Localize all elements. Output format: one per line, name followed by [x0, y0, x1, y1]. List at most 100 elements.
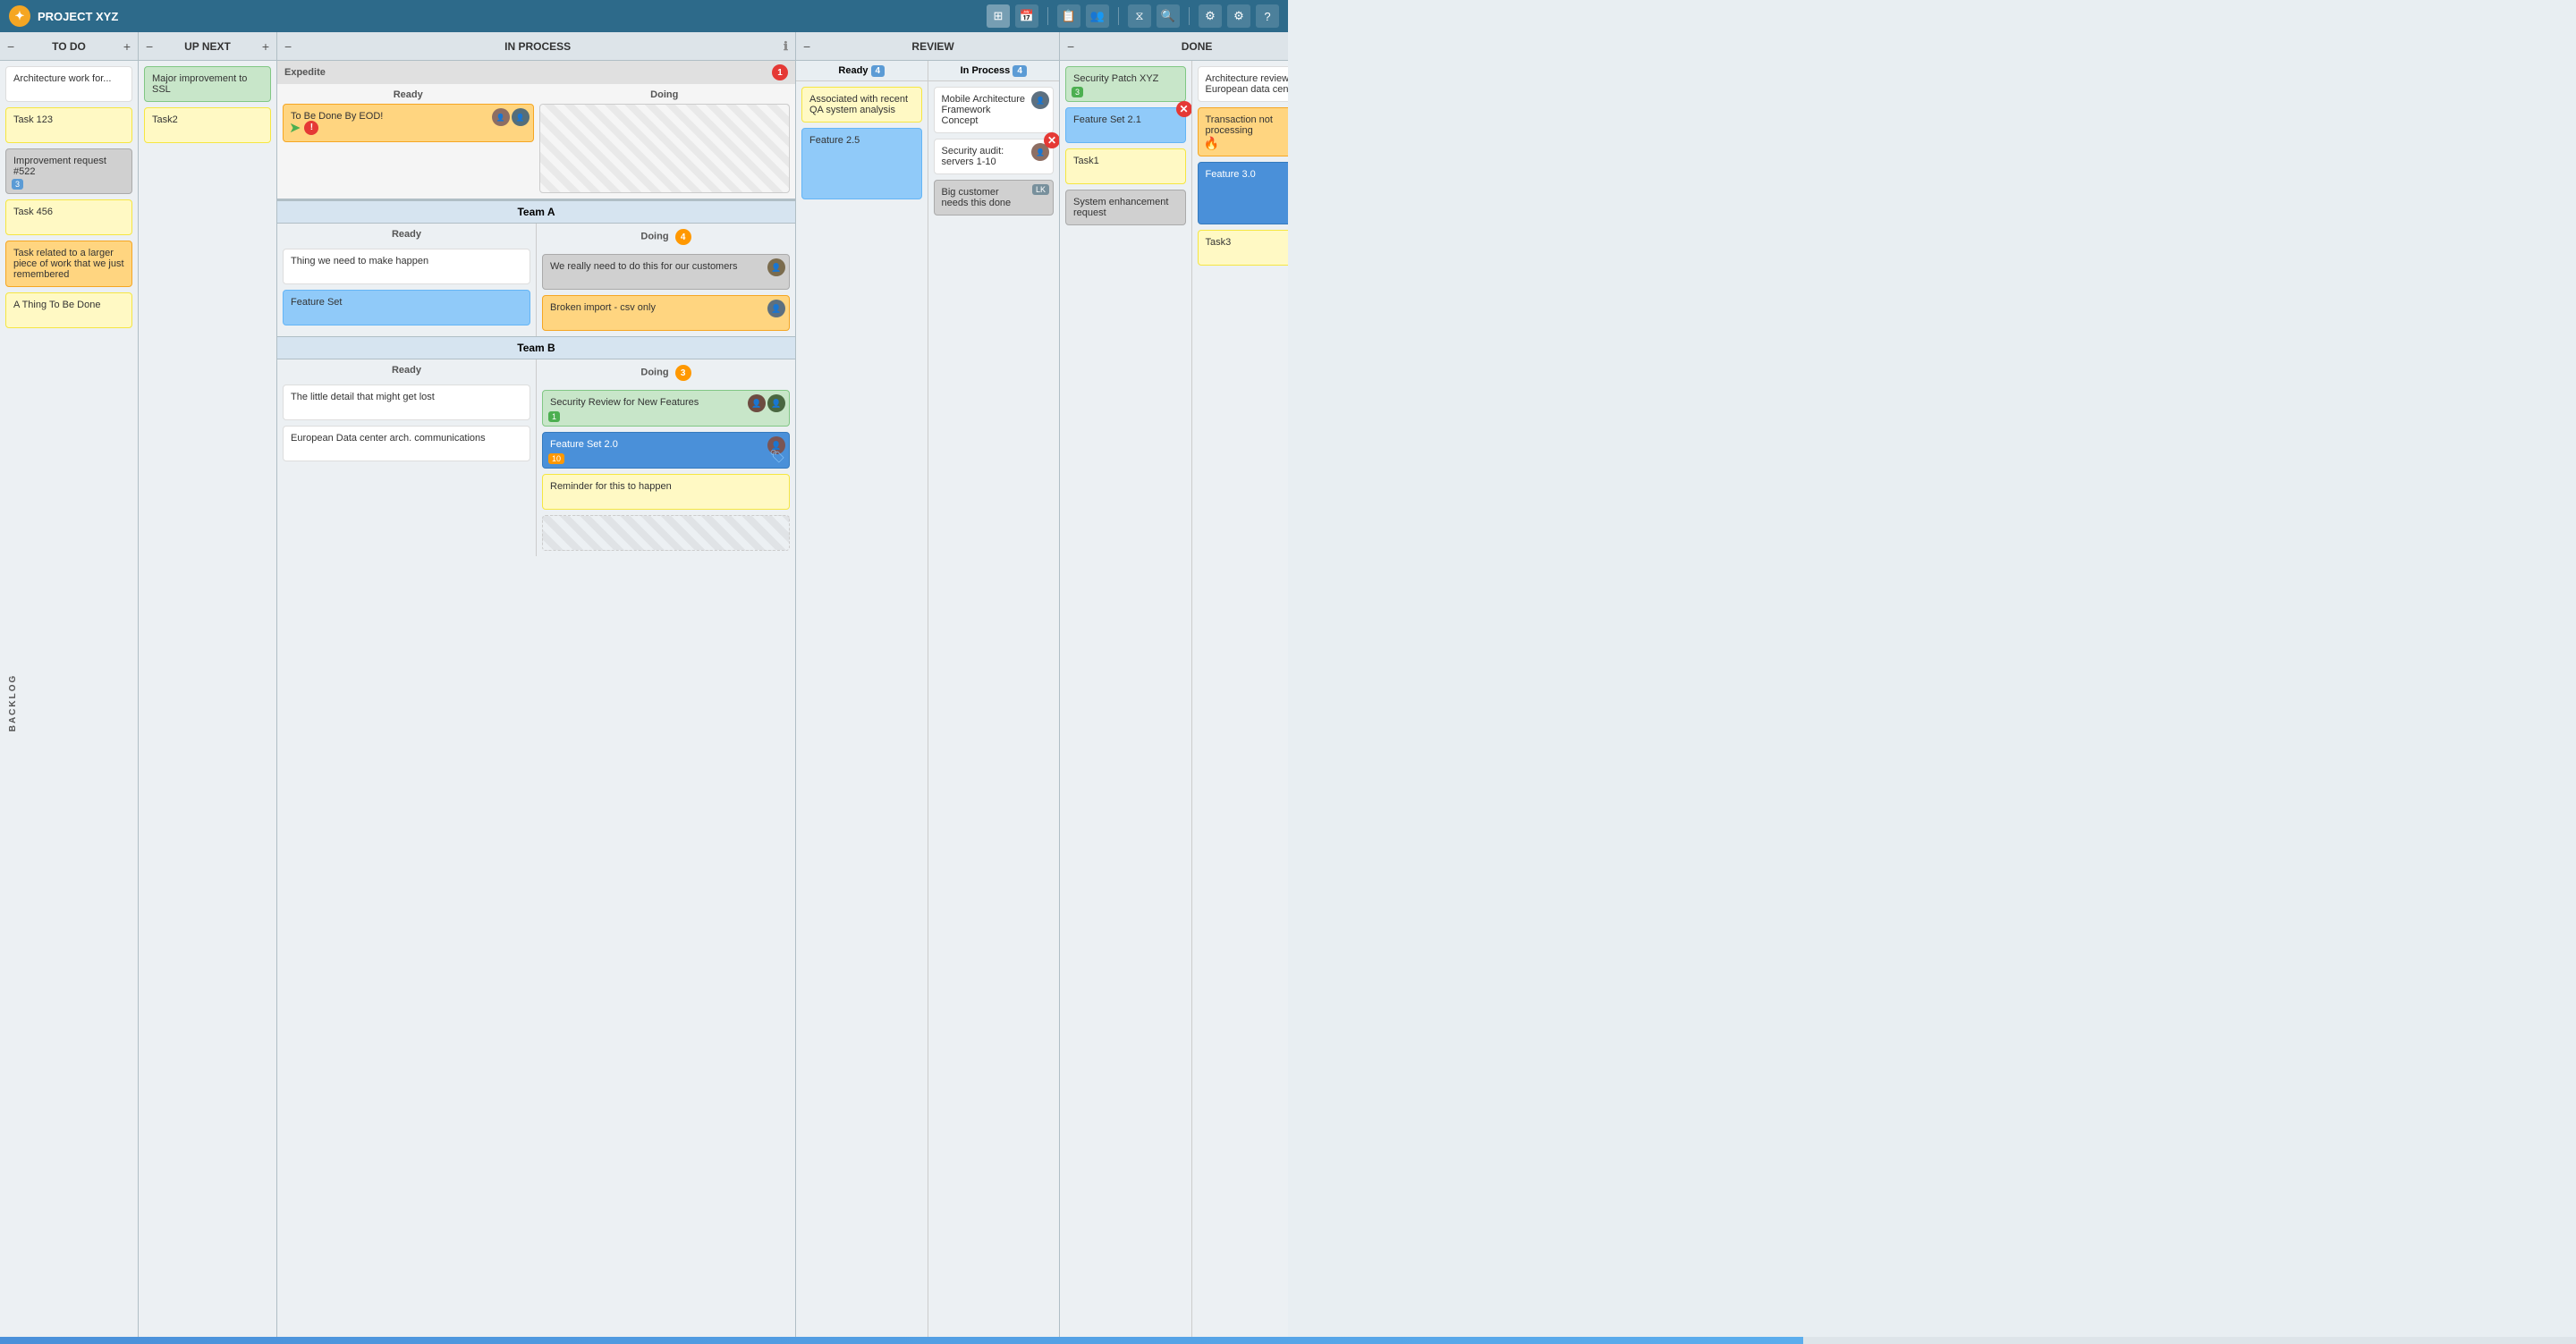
done-rcard-1[interactable]: Architecture review for European data ce… — [1198, 66, 1289, 102]
avatar-5: 👤 — [748, 394, 766, 412]
upnext-card-1-text: Major improvement to SSL — [152, 73, 247, 95]
review-ip-card-1[interactable]: 👤 Mobile Architecture Framework Concept — [934, 87, 1055, 133]
todo-card-2-text: Task 123 — [13, 114, 53, 125]
upnext-card-2[interactable]: Task2 — [144, 107, 271, 143]
team-a-doing-count: 4 — [675, 229, 691, 245]
todo-card-5[interactable]: Task related to a larger piece of work t… — [5, 241, 132, 287]
team-b-card-2[interactable]: European Data center arch. communication… — [283, 426, 530, 461]
team-b-doing-hatched — [542, 515, 790, 551]
team-b-doing-card-2[interactable]: 👤 Feature Set 2.0 10 🏷 — [542, 432, 790, 469]
expedite-ready: Ready 👤 👤 To Be Done By EOD! ➤ ! — [283, 89, 534, 193]
done-card-4[interactable]: System enhancement request — [1065, 190, 1186, 225]
upnext-add-btn[interactable]: + — [262, 39, 269, 54]
team-a-card-2[interactable]: Feature Set — [283, 290, 530, 325]
done-body: Security Patch XYZ 3 ✕ Feature Set 2.1 T… — [1060, 61, 1288, 1344]
team-b-header: Team B — [277, 336, 795, 359]
column-done: − DONE Security Patch XYZ 3 ✕ Feature Se… — [1060, 32, 1288, 1344]
todo-card-3[interactable]: Improvement request #522 3 — [5, 148, 132, 194]
board-view-icon[interactable]: ⊞ — [987, 4, 1010, 28]
board: − TO DO + BACKLOG Architecture work for.… — [0, 32, 1288, 1344]
expedite-doing-label: Doing — [539, 89, 791, 100]
todo-add-btn[interactable]: + — [123, 39, 131, 54]
done-rcard-1-text: Architecture review for European data ce… — [1206, 73, 1289, 95]
sep1 — [1047, 7, 1048, 25]
done-collapse-btn[interactable]: − — [1067, 39, 1074, 54]
expedite-label: Expedite — [284, 67, 326, 78]
upnext-title: UP NEXT — [157, 40, 258, 53]
team-b-card-2-text: European Data center arch. communication… — [291, 433, 486, 444]
team-a-doing-card-1-text: We really need to do this for our custom… — [550, 261, 738, 272]
team-b-section: Team B Ready The little detail that migh… — [277, 336, 795, 556]
column-review-header: − REVIEW — [796, 32, 1059, 61]
team-a-doing-card-1[interactable]: 👤 We really need to do this for our cust… — [542, 254, 790, 290]
todo-card-5-text: Task related to a larger piece of work t… — [13, 248, 124, 280]
team-a-ready: Ready Thing we need to make happen Featu… — [277, 224, 537, 336]
team-b-doing: Doing 3 👤 👤 Security Review for New Feat… — [537, 359, 795, 556]
review-card-2[interactable]: Feature 2.5 — [801, 128, 922, 199]
todo-card-1[interactable]: Architecture work for... — [5, 66, 132, 102]
column-todo-header: − TO DO + — [0, 32, 138, 61]
review-ip-card-2[interactable]: ✕ 👤 Security audit: servers 1-10 — [934, 139, 1055, 174]
expedite-ready-label: Ready — [283, 89, 534, 100]
backlog-label: BACKLOG — [8, 673, 18, 731]
upnext-collapse-btn[interactable]: − — [146, 39, 153, 54]
settings-icon[interactable]: ⚙ — [1227, 4, 1250, 28]
column-inprocess: − IN PROCESS ℹ Expedite 1 Ready 👤 — [277, 32, 796, 1344]
filter-icon[interactable]: ⧖ — [1128, 4, 1151, 28]
team-b-doing-card-1-text: Security Review for New Features — [550, 397, 699, 408]
done-card-3[interactable]: Task1 — [1065, 148, 1186, 184]
team-b-card-1[interactable]: The little detail that might get lost — [283, 385, 530, 420]
column-upnext-header: − UP NEXT + — [139, 32, 276, 61]
expedite-doing: Doing — [539, 89, 791, 193]
todo-card-3-text: Improvement request #522 — [13, 156, 106, 177]
team-a-card-1[interactable]: Thing we need to make happen — [283, 249, 530, 284]
todo-card-2[interactable]: Task 123 — [5, 107, 132, 143]
todo-collapse-btn[interactable]: − — [7, 39, 14, 54]
bottom-progress-bar — [0, 1337, 2576, 1344]
todo-card-4[interactable]: Task 456 — [5, 199, 132, 235]
team-b-doing-card-3[interactable]: Reminder for this to happen — [542, 474, 790, 510]
review-inprocess-header: In Process 4 — [928, 61, 1060, 81]
done-card-4-text: System enhancement request — [1073, 197, 1168, 218]
done-rcard-4[interactable]: Task3 — [1198, 230, 1289, 266]
users-icon[interactable]: 👥 — [1086, 4, 1109, 28]
expedite-count: 1 — [772, 64, 788, 80]
avatar-4: 👤 — [767, 300, 785, 317]
help-icon[interactable]: ? — [1256, 4, 1279, 28]
report-icon[interactable]: 📋 — [1057, 4, 1080, 28]
inprocess-title: IN PROCESS — [295, 40, 780, 53]
team-b-doing-card-1[interactable]: 👤 👤 Security Review for New Features 1 — [542, 390, 790, 427]
done-rcard-2-text: Transaction not processing — [1206, 114, 1273, 136]
done-rcard-3[interactable]: Feature 3.0 — [1198, 162, 1289, 224]
team-a-body: Ready Thing we need to make happen Featu… — [277, 224, 795, 336]
fire-icon: 🔥 — [1204, 136, 1219, 151]
done-left-sub: Security Patch XYZ 3 ✕ Feature Set 2.1 T… — [1060, 61, 1192, 1344]
expedite-card-1[interactable]: 👤 👤 To Be Done By EOD! ➤ ! — [283, 104, 534, 142]
calendar-icon[interactable]: 📅 — [1015, 4, 1038, 28]
upnext-card-1[interactable]: Major improvement to SSL — [144, 66, 271, 102]
review-ip-card-3-badge: LK — [1032, 184, 1049, 195]
search-icon[interactable]: 🔍 — [1157, 4, 1180, 28]
done-card-2[interactable]: ✕ Feature Set 2.1 — [1065, 107, 1186, 143]
arrow-icon: ➤ — [289, 119, 301, 137]
team-a-ready-header: Ready — [283, 229, 530, 240]
review-ip-card-2-close[interactable]: ✕ — [1044, 132, 1059, 148]
inprocess-info-icon[interactable]: ℹ — [784, 39, 788, 54]
review-ip-card-3[interactable]: LK Big customer needs this done — [934, 180, 1055, 216]
review-inprocess-count: 4 — [1013, 65, 1027, 77]
todo-card-6[interactable]: A Thing To Be Done — [5, 292, 132, 328]
expedite-header: Expedite 1 — [277, 61, 795, 84]
review-card-1[interactable]: Associated with recent QA system analysi… — [801, 87, 922, 123]
done-rcard-2[interactable]: Transaction not processing ! 🔥 — [1198, 107, 1289, 156]
team-a-doing-card-2[interactable]: 👤 Broken import - csv only — [542, 295, 790, 331]
account-icon[interactable]: ⚙ — [1199, 4, 1222, 28]
inprocess-collapse-btn[interactable]: − — [284, 39, 292, 54]
done-card-1[interactable]: Security Patch XYZ 3 — [1065, 66, 1186, 102]
review-ready-count: 4 — [871, 65, 886, 77]
done-card-2-close[interactable]: ✕ — [1176, 101, 1191, 117]
review-collapse-btn[interactable]: − — [803, 39, 810, 54]
upnext-card-2-text: Task2 — [152, 114, 178, 125]
done-card-1-text: Security Patch XYZ — [1073, 73, 1158, 84]
avatar-6: 👤 — [767, 394, 785, 412]
team-b-doing-card-2-text: Feature Set 2.0 — [550, 439, 618, 450]
